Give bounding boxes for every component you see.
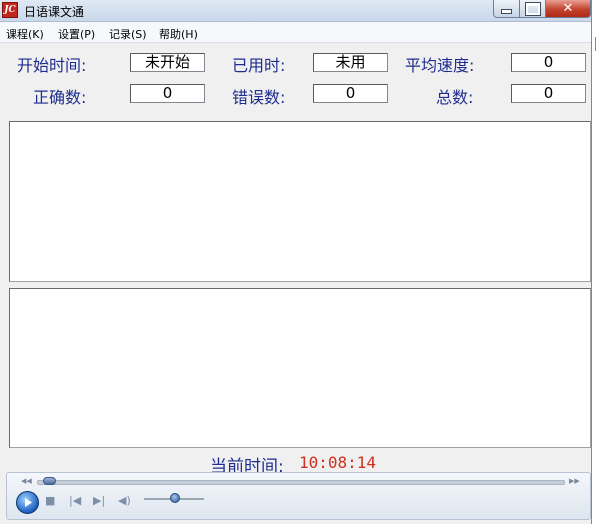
avg-speed-value: 0 xyxy=(511,53,586,72)
window-title: 日语课文通 xyxy=(24,5,85,19)
close-icon: ✕ xyxy=(562,1,574,16)
menu-bar: 课程(K) 设置(P) 记录(S) 帮助(H) xyxy=(0,22,591,43)
minimize-button[interactable] xyxy=(493,0,520,18)
stop-icon[interactable]: ■ xyxy=(45,494,55,507)
total-count-value: 0 xyxy=(511,84,586,103)
elapsed-label: 已用时: xyxy=(232,56,286,75)
correct-count-value: 0 xyxy=(130,84,205,103)
resize-cursor-icon xyxy=(595,37,596,51)
title-bar[interactable]: JC 日语课文通 ✕ xyxy=(0,0,591,22)
correct-count-label: 正确数: xyxy=(33,88,87,107)
seek-bar[interactable] xyxy=(37,480,565,485)
maximize-button[interactable] xyxy=(520,0,546,18)
window-edge xyxy=(592,0,599,524)
start-time-label: 开始时间: xyxy=(17,56,87,75)
play-icon xyxy=(25,498,32,507)
seek-thumb[interactable] xyxy=(43,477,56,485)
input-text-pane[interactable] xyxy=(9,288,591,448)
close-button[interactable]: ✕ xyxy=(546,0,591,18)
media-player: ◀◀ ▶▶ ■ |◀ ▶| ◀) xyxy=(6,472,591,520)
menu-records[interactable]: 记录(S) xyxy=(109,26,147,42)
current-time-value: 10:08:14 xyxy=(299,453,377,472)
seek-back-icon[interactable]: ◀◀ xyxy=(21,477,32,485)
volume-thumb[interactable] xyxy=(170,493,180,503)
menu-help[interactable]: 帮助(H) xyxy=(159,26,198,42)
error-count-label: 错误数: xyxy=(232,88,286,107)
play-button[interactable] xyxy=(16,491,39,514)
maximize-icon xyxy=(524,1,541,16)
previous-icon[interactable]: |◀ xyxy=(69,494,81,507)
volume-icon[interactable]: ◀) xyxy=(118,494,131,507)
seek-forward-icon[interactable]: ▶▶ xyxy=(569,477,580,485)
source-text-pane[interactable] xyxy=(9,121,591,282)
window-controls: ✕ xyxy=(493,0,591,19)
menu-course[interactable]: 课程(K) xyxy=(6,26,44,42)
total-count-label: 总数: xyxy=(436,88,474,107)
avg-speed-label: 平均速度: xyxy=(405,56,475,75)
next-icon[interactable]: ▶| xyxy=(93,494,105,507)
menu-settings[interactable]: 设置(P) xyxy=(58,26,95,42)
minimize-icon xyxy=(501,9,512,14)
error-count-value: 0 xyxy=(313,84,388,103)
app-logo-icon[interactable]: JC xyxy=(2,2,18,18)
start-time-value: 未开始 xyxy=(130,53,205,72)
app-window: JC 日语课文通 ✕ 课程(K) 设置(P) 记录(S) 帮助(H) 开始时间:… xyxy=(0,0,592,524)
elapsed-value: 未用 xyxy=(313,53,388,72)
